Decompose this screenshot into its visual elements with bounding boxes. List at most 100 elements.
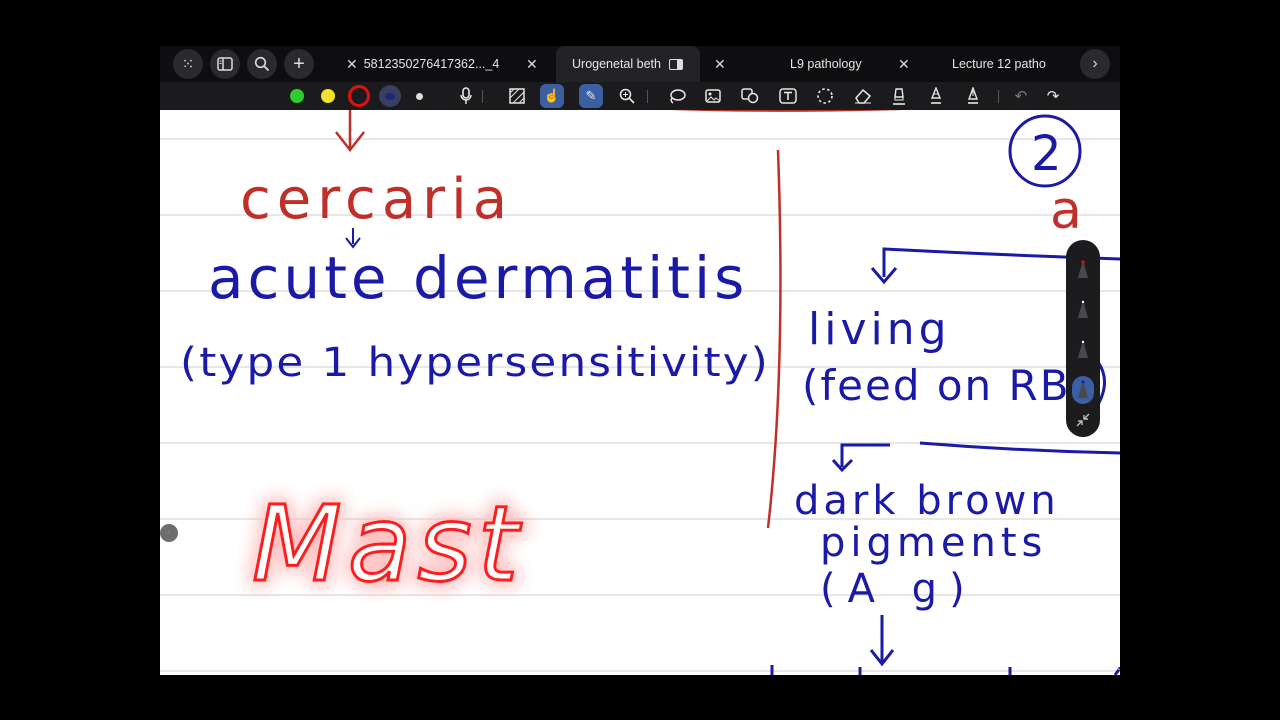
- floating-pen-palette: [1066, 240, 1100, 437]
- image-tool[interactable]: [703, 86, 723, 106]
- zoom-in-icon: [619, 88, 635, 104]
- red-arrow-down: [335, 110, 365, 153]
- close-icon[interactable]: ✕: [714, 56, 726, 73]
- toolbar-divider: [482, 90, 483, 103]
- tab-2-close[interactable]: ✕: [526, 46, 546, 82]
- red-vertical-divider: [766, 149, 782, 529]
- collapse-palette-button[interactable]: [1075, 412, 1091, 430]
- page-scroll-handle[interactable]: ·: [160, 524, 178, 542]
- undo-button[interactable]: ↶: [1011, 86, 1031, 106]
- pen-stylus-toggle[interactable]: ✎: [579, 84, 603, 108]
- cercaria-text: cercaria: [240, 167, 513, 232]
- toolbar-divider: [998, 90, 999, 103]
- tab-3[interactable]: L9 pathology: [790, 46, 890, 82]
- sidebar-toggle-button[interactable]: [210, 49, 240, 79]
- redo-icon: ↷: [1046, 88, 1060, 105]
- dark-brown-text: dark brown: [794, 478, 1060, 524]
- acute-dermatitis-text: acute dermatitis: [208, 244, 748, 312]
- search-icon: [254, 56, 270, 72]
- mast-text: Mast: [252, 483, 524, 605]
- grid-dots-icon: ⁙: [181, 56, 195, 73]
- tab-2[interactable]: Urogenetal beth: [556, 46, 700, 82]
- collapse-arrows-icon: [1076, 413, 1090, 427]
- color-red-selected[interactable]: [348, 85, 370, 107]
- close-icon[interactable]: ✕: [526, 56, 538, 73]
- tab-label: L9 pathology: [790, 57, 862, 71]
- search-button[interactable]: [247, 49, 277, 79]
- pen-preset-3[interactable]: [1075, 338, 1091, 364]
- pen-nib-icon: [1078, 340, 1088, 358]
- pen-icon: ✎: [585, 88, 597, 103]
- tab-label: 5812350276417362..._4: [363, 57, 500, 71]
- fountain-pen-tool[interactable]: [963, 86, 983, 106]
- color-white[interactable]: [416, 93, 423, 100]
- pencil-tool[interactable]: [926, 86, 946, 106]
- close-icon[interactable]: ✕: [898, 56, 910, 73]
- microphone-button[interactable]: [456, 86, 476, 106]
- color-green[interactable]: [290, 89, 304, 103]
- circle-number: 2: [1031, 126, 1062, 182]
- microphone-icon: [460, 87, 472, 104]
- fountain-pen-icon: [968, 87, 978, 104]
- drag-handle-icon: ·: [168, 530, 170, 536]
- blue-arrow-down: [869, 615, 895, 667]
- type1-hypersensitivity-text: (type 1 hypersensitivity): [180, 340, 770, 386]
- pen-nib-blue-icon: [1078, 380, 1088, 398]
- pen-preset-blue-selected[interactable]: [1072, 376, 1094, 404]
- shapes-tool[interactable]: [740, 86, 760, 106]
- highlighter-tool[interactable]: [889, 86, 909, 106]
- tab-1[interactable]: ✕ 5812350276417362..._4: [346, 46, 516, 82]
- note-app-window: ⁙ + ✕ 5812350276417362..._4 ✕ Urogenetal…: [160, 46, 1120, 675]
- text-box-icon: [779, 88, 797, 104]
- paper-template-button[interactable]: [507, 86, 527, 106]
- pen-nib-red-icon: [1078, 260, 1088, 278]
- blue-branch-arrow-2: [831, 441, 1120, 473]
- new-tab-button[interactable]: +: [284, 49, 314, 79]
- drawing-toolbar: ☝ ✎ ↶ ↷: [160, 82, 1120, 110]
- notebook-page[interactable]: cercaria acute dermatitis (type 1 hypers…: [160, 110, 1120, 675]
- window-icon: [668, 58, 683, 70]
- lasso-tool[interactable]: [667, 86, 687, 106]
- pigments-text: pigments: [820, 520, 1047, 566]
- tab-label: Urogenetal beth: [572, 57, 661, 71]
- hatched-square-icon: [509, 88, 525, 104]
- eraser-tool[interactable]: [853, 86, 873, 106]
- image-icon: [705, 89, 721, 103]
- text-tool[interactable]: [778, 86, 798, 106]
- tab-bar: ⁙ + ✕ 5812350276417362..._4 ✕ Urogenetal…: [160, 46, 1120, 82]
- ag-text: (A g): [820, 566, 977, 612]
- feed-on-rbc-text: (feed on RBC: [802, 361, 1101, 410]
- grid-menu-button[interactable]: ⁙: [173, 49, 203, 79]
- selection-tool[interactable]: [815, 86, 835, 106]
- partial-bottom-ink: [770, 665, 1120, 675]
- shapes-icon: [741, 88, 759, 104]
- highlighter-icon: [893, 88, 905, 105]
- dotted-circle-icon: [817, 88, 833, 104]
- hand-pointer-icon: ☝: [543, 88, 561, 103]
- undo-icon: ↶: [1014, 88, 1028, 105]
- pen-preset-red[interactable]: [1075, 258, 1091, 284]
- color-yellow[interactable]: [321, 89, 335, 103]
- handwritten-notes-canvas: cercaria acute dermatitis (type 1 hypers…: [160, 110, 1120, 675]
- pen-preset-2[interactable]: [1075, 298, 1091, 324]
- top-red-stroke: [668, 110, 904, 112]
- hand-draw-toggle[interactable]: ☝: [540, 84, 564, 108]
- tab-label: Lecture 12 patho: [952, 57, 1046, 71]
- a-fragment-text: a: [1050, 181, 1082, 241]
- tab-4[interactable]: Lecture 12 patho: [952, 46, 1062, 82]
- tab-3-close[interactable]: ✕: [714, 46, 734, 82]
- next-tab-button[interactable]: ›: [1080, 49, 1110, 79]
- living-text: living: [808, 304, 951, 355]
- plus-icon: +: [293, 53, 305, 75]
- zoom-button[interactable]: [617, 86, 637, 106]
- pen-nib-icon: [1078, 300, 1088, 318]
- eraser-icon: [855, 88, 872, 104]
- chevron-right-icon: ›: [1092, 55, 1098, 72]
- color-navy[interactable]: [379, 85, 401, 107]
- mast-glow-text: Mast: [251, 482, 524, 607]
- close-icon[interactable]: ✕: [346, 56, 358, 73]
- tab-4-close[interactable]: ✕: [898, 46, 918, 82]
- pencil-icon: [930, 87, 942, 104]
- toolbar-divider: [647, 90, 648, 103]
- redo-button[interactable]: ↷: [1043, 86, 1063, 106]
